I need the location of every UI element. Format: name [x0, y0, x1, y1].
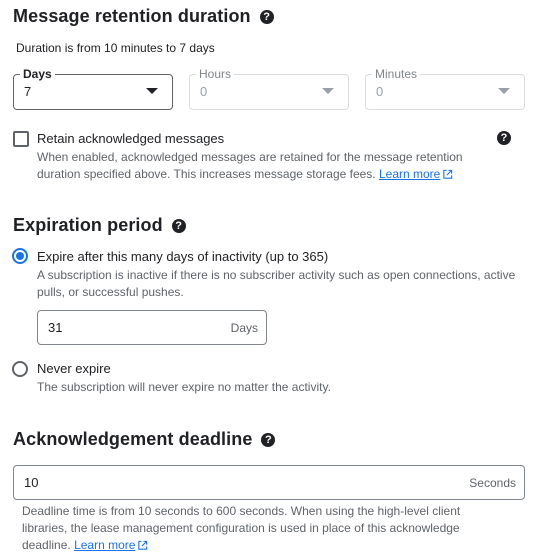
retain-ack-desc-text: duration specified above. This increases…: [37, 167, 376, 181]
expire-radio[interactable]: [12, 248, 28, 264]
radio-dot: [16, 252, 24, 260]
open-in-new-icon: [138, 540, 148, 550]
ack-deadline-desc: Deadline time is from 10 seconds to 600 …: [22, 503, 460, 554]
help-icon[interactable]: ?: [171, 219, 186, 233]
expire-desc-line2: pulls, or successful pushes.: [37, 285, 184, 299]
expire-desc-line1: A subscription is inactive if there is n…: [37, 268, 516, 282]
never-expire-desc: The subscription will never expire no ma…: [37, 380, 331, 394]
days-label: Days: [20, 67, 55, 81]
retention-title: Message retention duration: [13, 6, 251, 26]
ack-deadline-suffix: Seconds: [469, 476, 516, 490]
retain-ack-desc: When enabled, acknowledged messages are …: [37, 149, 463, 183]
chevron-down-icon: [146, 88, 158, 94]
expiration-days-input[interactable]: 31 Days: [37, 310, 267, 345]
chevron-down-icon: [498, 88, 510, 94]
days-value: 7: [24, 84, 32, 99]
ack-desc-line3: deadline. Learn more: [22, 537, 460, 554]
retain-ack-label: Retain acknowledged messages: [37, 131, 225, 146]
expiration-days-suffix: Days: [230, 321, 258, 335]
ack-desc-line3-text: deadline.: [22, 538, 71, 552]
help-icon[interactable]: ?: [261, 433, 276, 447]
expiration-days-value: 31: [48, 320, 63, 335]
days-select[interactable]: Days 7: [13, 67, 173, 110]
minutes-select[interactable]: Minutes 0: [365, 67, 525, 110]
chevron-down-icon: [322, 88, 334, 94]
help-icon[interactable]: ?: [259, 10, 274, 24]
ack-desc-line2: libraries, the lease management configur…: [22, 521, 460, 535]
hours-value: 0: [200, 84, 208, 99]
ack-desc-line1: Deadline time is from 10 seconds to 600 …: [22, 504, 461, 518]
expire-option-label: Expire after this many days of inactivit…: [37, 249, 329, 264]
expire-option-desc: A subscription is inactive if there is n…: [37, 267, 515, 301]
retention-title-row: Message retention duration?: [13, 6, 274, 27]
ack-title-row: Acknowledgement deadline?: [13, 429, 276, 450]
hours-select[interactable]: Hours 0: [189, 67, 349, 110]
learn-more-link[interactable]: Learn more: [379, 167, 440, 181]
expiration-title: Expiration period: [13, 215, 163, 235]
ack-deadline-input[interactable]: 10 Seconds: [13, 465, 525, 500]
retain-ack-desc-line2: duration specified above. This increases…: [37, 166, 463, 183]
ack-deadline-value: 10: [24, 475, 39, 490]
retain-ack-desc-line1: When enabled, acknowledged messages are …: [37, 150, 463, 164]
minutes-label: Minutes: [372, 67, 421, 81]
hours-label: Hours: [196, 67, 235, 81]
ack-deadline-title: Acknowledgement deadline: [13, 429, 253, 449]
retention-subtitle: Duration is from 10 minutes to 7 days: [16, 41, 215, 55]
help-icon[interactable]: ?: [497, 131, 511, 145]
learn-more-link[interactable]: Learn more: [74, 538, 135, 552]
never-expire-radio[interactable]: [12, 361, 28, 377]
never-expire-label: Never expire: [37, 361, 111, 376]
expiration-title-row: Expiration period?: [13, 215, 186, 236]
open-in-new-icon: [443, 169, 453, 179]
retain-ack-checkbox[interactable]: [13, 131, 29, 147]
minutes-value: 0: [376, 84, 384, 99]
